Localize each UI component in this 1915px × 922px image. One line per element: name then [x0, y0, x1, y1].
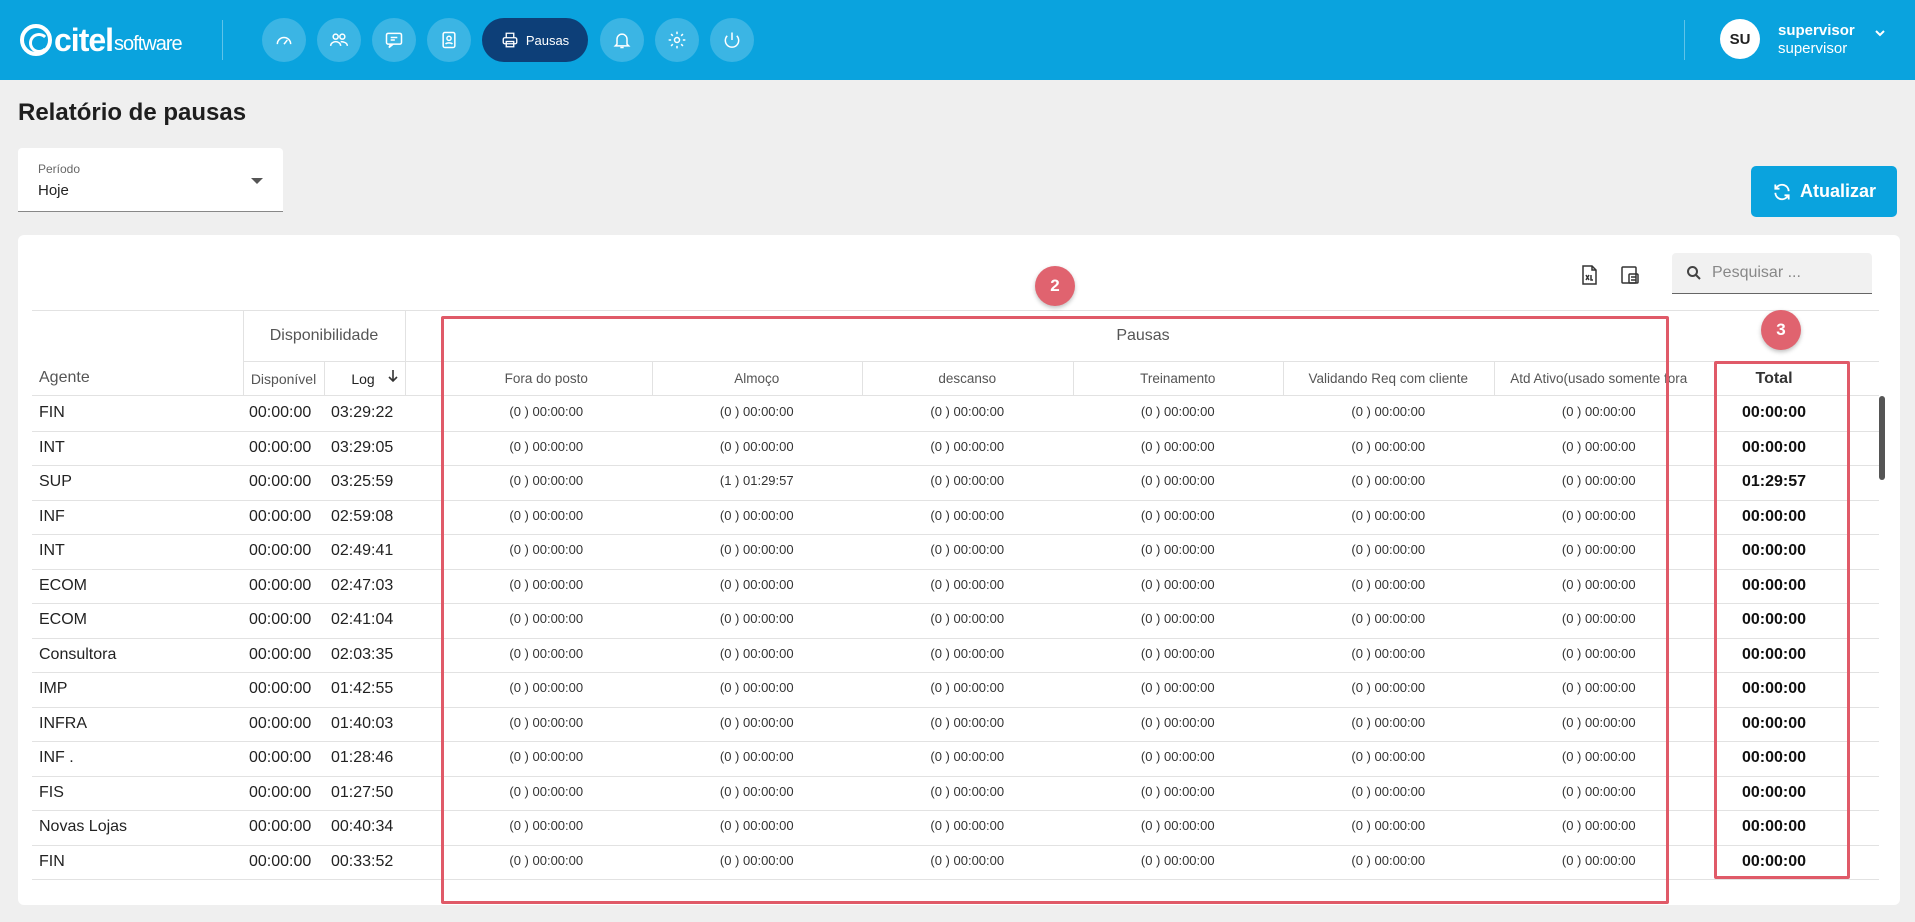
disponivel-value: 00:00:00 — [249, 576, 312, 594]
export-pdf-button[interactable] — [1619, 264, 1641, 286]
log-value: 02:03:35 — [331, 645, 394, 663]
nav-pausas-label: Pausas — [525, 32, 570, 48]
search-field[interactable] — [1672, 253, 1872, 294]
periodo-value: Hoje — [38, 182, 69, 199]
disponivel-value: 00:00:00 — [249, 852, 312, 870]
search-icon — [1687, 266, 1701, 280]
nav-logout-button[interactable] — [710, 18, 754, 62]
agent-name: FIN — [39, 852, 65, 870]
user-name[interactable]: supervisor — [1778, 22, 1855, 39]
divider — [405, 310, 406, 396]
disponivel-value: 00:00:00 — [249, 611, 312, 628]
log-value: 01:28:46 — [331, 749, 394, 766]
nav-contacts-button[interactable] — [427, 18, 471, 62]
periodo-label: Período — [38, 162, 81, 176]
refresh-label: Atualizar — [1799, 181, 1877, 201]
agent-name: INF . — [39, 749, 74, 766]
disponivel-value: 00:00:00 — [249, 542, 312, 559]
chevron-down-icon — [1875, 30, 1885, 37]
agent-name: FIN — [39, 404, 65, 421]
nav-chat-button[interactable] — [372, 18, 416, 62]
search-input[interactable] — [1712, 264, 1862, 282]
log-value: 02:47:03 — [331, 576, 394, 594]
disponivel-value: 00:00:00 — [249, 714, 312, 732]
annotation-badge: 2 — [1035, 266, 1075, 306]
divider — [1684, 20, 1685, 60]
disponivel-value: 00:00:00 — [249, 818, 312, 835]
log-value: 00:33:52 — [331, 852, 394, 870]
user-role: supervisor — [1778, 40, 1848, 57]
excel-export-icon — [1582, 265, 1597, 285]
export-xls-button[interactable] — [1578, 264, 1600, 286]
nav-settings-button[interactable] — [655, 18, 699, 62]
page-title: Relatório de pausas — [18, 99, 247, 126]
sort-desc-icon[interactable] — [387, 369, 399, 388]
log-value: 03:29:05 — [331, 438, 394, 456]
column-agente[interactable]: Agente — [39, 369, 90, 387]
dashboard-icon — [276, 36, 292, 45]
agent-name: ECOM — [39, 611, 87, 628]
nav-notifications-button[interactable] — [600, 18, 644, 62]
users-icon — [329, 33, 349, 46]
annotation-badge: 3 — [1761, 310, 1801, 350]
contacts-icon — [442, 31, 456, 49]
user-menu-toggle[interactable] — [1873, 26, 1887, 40]
agent-name: Consultora — [39, 645, 117, 663]
logo-suffix: software — [114, 32, 183, 55]
avatar[interactable]: SU — [1720, 19, 1760, 59]
bell-icon — [613, 33, 631, 49]
agent-name: INT — [39, 438, 65, 456]
agent-name: INT — [39, 542, 65, 559]
document-export-icon — [1621, 266, 1639, 284]
log-value: 02:59:08 — [331, 507, 394, 525]
log-value: 02:41:04 — [331, 611, 394, 628]
logo-text: citel — [54, 21, 114, 58]
agent-name: INFRA — [39, 714, 87, 732]
refresh-icon — [1774, 183, 1790, 200]
disponivel-value: 00:00:00 — [249, 783, 312, 801]
annotation-box-total — [1714, 361, 1850, 879]
log-value: 03:29:22 — [331, 404, 394, 421]
top-bar: citel software Pausas SU supervisor supe… — [0, 0, 1915, 80]
nav-pausas-button[interactable]: Pausas — [482, 18, 588, 62]
disponivel-value: 00:00:00 — [249, 680, 312, 697]
disponivel-value: 00:00:00 — [249, 507, 312, 525]
log-value: 01:42:55 — [331, 680, 394, 697]
log-value: 00:40:34 — [331, 818, 394, 835]
power-icon — [724, 32, 740, 48]
agent-name: FIS — [39, 783, 64, 801]
disponivel-value: 00:00:00 — [249, 404, 312, 421]
chat-icon — [385, 32, 403, 49]
periodo-select[interactable]: Período Hoje — [18, 148, 283, 212]
divider — [32, 310, 1879, 311]
agent-name: SUP — [39, 473, 72, 490]
disponivel-value: 00:00:00 — [249, 645, 312, 663]
refresh-button[interactable]: Atualizar — [1751, 166, 1897, 217]
nav-dashboard-button[interactable] — [262, 18, 306, 62]
annotation-box-pausas — [441, 316, 1669, 904]
log-value: 02:49:41 — [331, 542, 394, 559]
group-disponibilidade: Disponibilidade — [269, 327, 379, 344]
printer-icon — [502, 32, 518, 48]
nav-users-button[interactable] — [317, 18, 361, 62]
disponivel-value: 00:00:00 — [249, 438, 312, 456]
agent-name: Novas Lojas — [39, 818, 128, 835]
disponivel-value: 00:00:00 — [249, 473, 312, 490]
agent-name: INF — [39, 507, 65, 525]
agent-name: ECOM — [39, 576, 87, 594]
table-scrollbar[interactable] — [1879, 396, 1885, 480]
dropdown-arrow-icon — [251, 178, 263, 184]
divider — [324, 361, 325, 396]
gear-icon — [668, 31, 686, 49]
citel-logo[interactable]: citel software — [20, 20, 183, 60]
disponivel-value: 00:00:00 — [249, 749, 312, 766]
agent-name: IMP — [39, 680, 68, 697]
divider — [222, 20, 223, 60]
citel-logo-icon — [20, 24, 52, 56]
log-value: 01:40:03 — [331, 714, 394, 732]
log-value: 03:25:59 — [331, 473, 394, 490]
column-log[interactable]: Log — [338, 371, 388, 387]
column-disponivel[interactable]: Disponível — [243, 371, 324, 387]
log-value: 01:27:50 — [331, 783, 394, 801]
